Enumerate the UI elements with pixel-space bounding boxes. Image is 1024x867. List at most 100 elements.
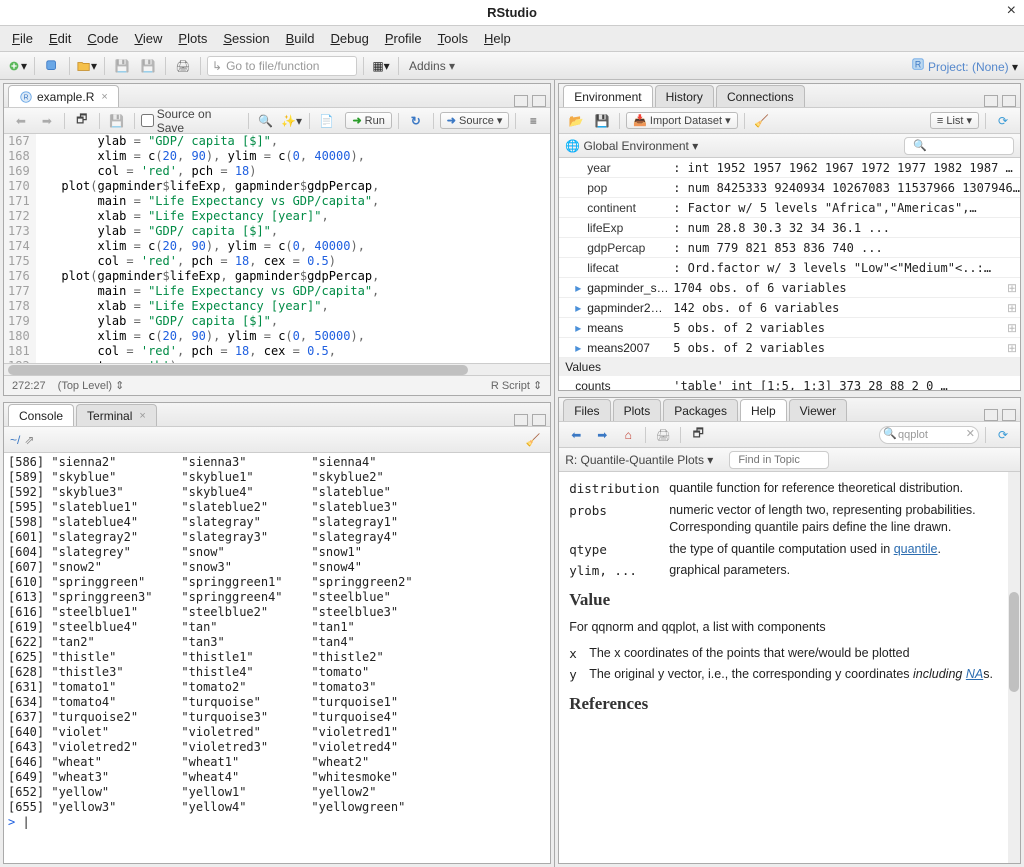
menu-session[interactable]: Session [223,31,269,46]
help-fwd-icon[interactable]: ➡ [591,425,613,445]
env-row[interactable]: gdpPercap: num 779 821 853 836 740 ... [559,238,1020,258]
tab-plots[interactable]: Plots [613,399,662,421]
new-file-icon[interactable]: ▾ [6,56,28,76]
scope-selector[interactable]: (Top Level) ⇕ [58,379,125,392]
env-row[interactable]: lifeExp: num 28.8 30.3 32 34 36.1 ... [559,218,1020,238]
maximize-pane-icon[interactable] [532,95,546,107]
project-menu[interactable]: R Project: (None) ▾ [911,57,1018,74]
maximize-pane-icon[interactable] [532,414,546,426]
menu-edit[interactable]: Edit [49,31,71,46]
load-workspace-icon[interactable]: 📂 [565,111,587,131]
import-dataset-button[interactable]: 📥 Import Dataset ▾ [626,112,737,129]
help-vertical-scrollbar[interactable] [1008,472,1020,863]
menu-profile[interactable]: Profile [385,31,422,46]
new-project-icon[interactable] [41,56,63,76]
env-list-mode[interactable]: ≡ List ▾ [930,112,979,129]
menu-tools[interactable]: Tools [438,31,468,46]
env-row[interactable]: ▸means20075 obs. of 2 variables⊞ [559,338,1020,358]
print-icon[interactable]: 🖨 [172,56,194,76]
tab-help[interactable]: Help [740,399,787,421]
save-all-icon[interactable]: 💾 [137,56,159,76]
window-close-button[interactable]: × [1007,2,1016,20]
na-link[interactable]: NA [966,667,983,681]
env-row[interactable]: ▸gapminder2007142 obs. of 6 variables⊞ [559,298,1020,318]
goto-file-input[interactable]: ↳Go to file/function [207,56,357,76]
tab-viewer[interactable]: Viewer [789,399,847,421]
fwd-icon[interactable]: ➡ [36,111,58,131]
editor-horizontal-scrollbar[interactable] [4,363,550,375]
env-row[interactable]: lifecat: Ord.factor w/ 3 levels "Low"<"M… [559,258,1020,278]
notebook-icon[interactable]: 📄 [316,111,338,131]
back-icon[interactable]: ⬅ [10,111,32,131]
help-popout-icon[interactable]: 🗗 [687,425,709,445]
addins-menu[interactable]: Addins ▾ [405,59,459,73]
close-tab-icon[interactable]: × [101,91,107,103]
refresh-help-icon[interactable]: ⟳ [992,425,1014,445]
tab-packages[interactable]: Packages [663,399,738,421]
grid-icon[interactable]: ▦▾ [370,56,392,76]
open-file-icon[interactable]: ▾ [76,56,98,76]
help-content[interactable]: distributionquantile function for refere… [559,472,1020,863]
clear-workspace-icon[interactable]: 🧹 [751,111,773,131]
env-row[interactable]: ▸gapminder_sor…1704 obs. of 6 variables⊞ [559,278,1020,298]
magic-wand-icon[interactable]: ✨▾ [281,111,303,131]
clear-console-icon[interactable]: 🧹 [522,430,544,450]
save-workspace-icon[interactable]: 💾 [591,111,613,131]
quantile-link[interactable]: quantile [894,542,938,556]
menu-code[interactable]: Code [87,31,118,46]
minimize-pane-icon[interactable] [984,409,998,421]
menu-debug[interactable]: Debug [331,31,369,46]
env-scope-selector[interactable]: 🌐 Global Environment ▾ [565,139,698,153]
source-tab[interactable]: R example.R× [8,85,119,107]
source-button[interactable]: ➜Source ▾ [440,112,510,129]
env-row[interactable]: continent: Factor w/ 5 levels "Africa","… [559,198,1020,218]
tab-connections[interactable]: Connections [716,85,805,107]
refresh-env-icon[interactable]: ⟳ [992,111,1014,131]
console-wd-popout-icon[interactable]: ⇗ [24,433,34,447]
rerun-icon[interactable]: ↻ [405,111,427,131]
code-editor[interactable]: 1671681691701711721731741751761771781791… [4,134,550,363]
tab-environment[interactable]: Environment [563,85,652,107]
main-toolbar: ▾ ▾ 💾 💾 🖨 ↳Go to file/function ▦▾ Addins… [0,52,1024,80]
tab-terminal[interactable]: Terminal× [76,404,157,426]
show-in-new-window-icon[interactable]: 🗗 [71,111,93,131]
menu-view[interactable]: View [134,31,162,46]
save-source-icon[interactable]: 💾 [106,111,128,131]
console-pane: Console Terminal× ~/ ⇗ 🧹 [586] "sienna2"… [3,402,551,864]
tab-files[interactable]: Files [563,399,610,421]
help-breadcrumb[interactable]: R: Quantile-Quantile Plots ▾ [565,453,713,467]
tab-history[interactable]: History [655,85,714,107]
env-row[interactable]: year: int 1952 1957 1962 1967 1972 1977 … [559,158,1020,178]
maximize-pane-icon[interactable] [1002,95,1016,107]
menu-help[interactable]: Help [484,31,511,46]
source-on-save-checkbox[interactable]: Source on Save [141,107,242,135]
env-row[interactable]: ▸means5 obs. of 2 variables⊞ [559,318,1020,338]
minimize-pane-icon[interactable] [984,95,998,107]
save-icon[interactable]: 💾 [111,56,133,76]
minimize-pane-icon[interactable] [514,414,528,426]
menubar: File Edit Code View Plots Session Build Debug Pr… [0,26,1024,52]
clear-search-icon[interactable]: ✕ [966,427,975,440]
source-pane: R example.R× ⬅ ➡ 🗗 💾 Source on Save 🔍 ✨▾ [3,83,551,396]
arg-desc: quantile function for reference theoreti… [669,480,1010,498]
maximize-pane-icon[interactable] [1002,409,1016,421]
menu-file[interactable]: File [12,31,33,46]
console-output[interactable]: [586] "sienna2" "sienna3" "sienna4" [589… [4,453,550,863]
env-row[interactable]: counts'table' int [1:5, 1:3] 373 28 88 2… [559,376,1020,390]
references-header: References [569,692,1010,716]
find-icon[interactable]: 🔍 [255,111,277,131]
find-in-topic-input[interactable] [729,451,829,469]
tab-console[interactable]: Console [8,404,74,426]
menu-build[interactable]: Build [286,31,315,46]
minimize-pane-icon[interactable] [514,95,528,107]
menu-plots[interactable]: Plots [178,31,207,46]
env-search-input[interactable] [904,137,1014,155]
run-button[interactable]: ➜Run [345,112,391,129]
help-back-icon[interactable]: ⬅ [565,425,587,445]
outline-icon[interactable]: ≡ [522,111,544,131]
env-row[interactable]: pop: num 8425333 9240934 10267083 115379… [559,178,1020,198]
help-print-icon[interactable]: 🖨 [652,425,674,445]
language-selector[interactable]: R Script ⇕ [491,379,542,392]
environment-list[interactable]: year: int 1952 1957 1962 1967 1972 1977 … [559,158,1020,390]
help-home-icon[interactable]: ⌂ [617,425,639,445]
